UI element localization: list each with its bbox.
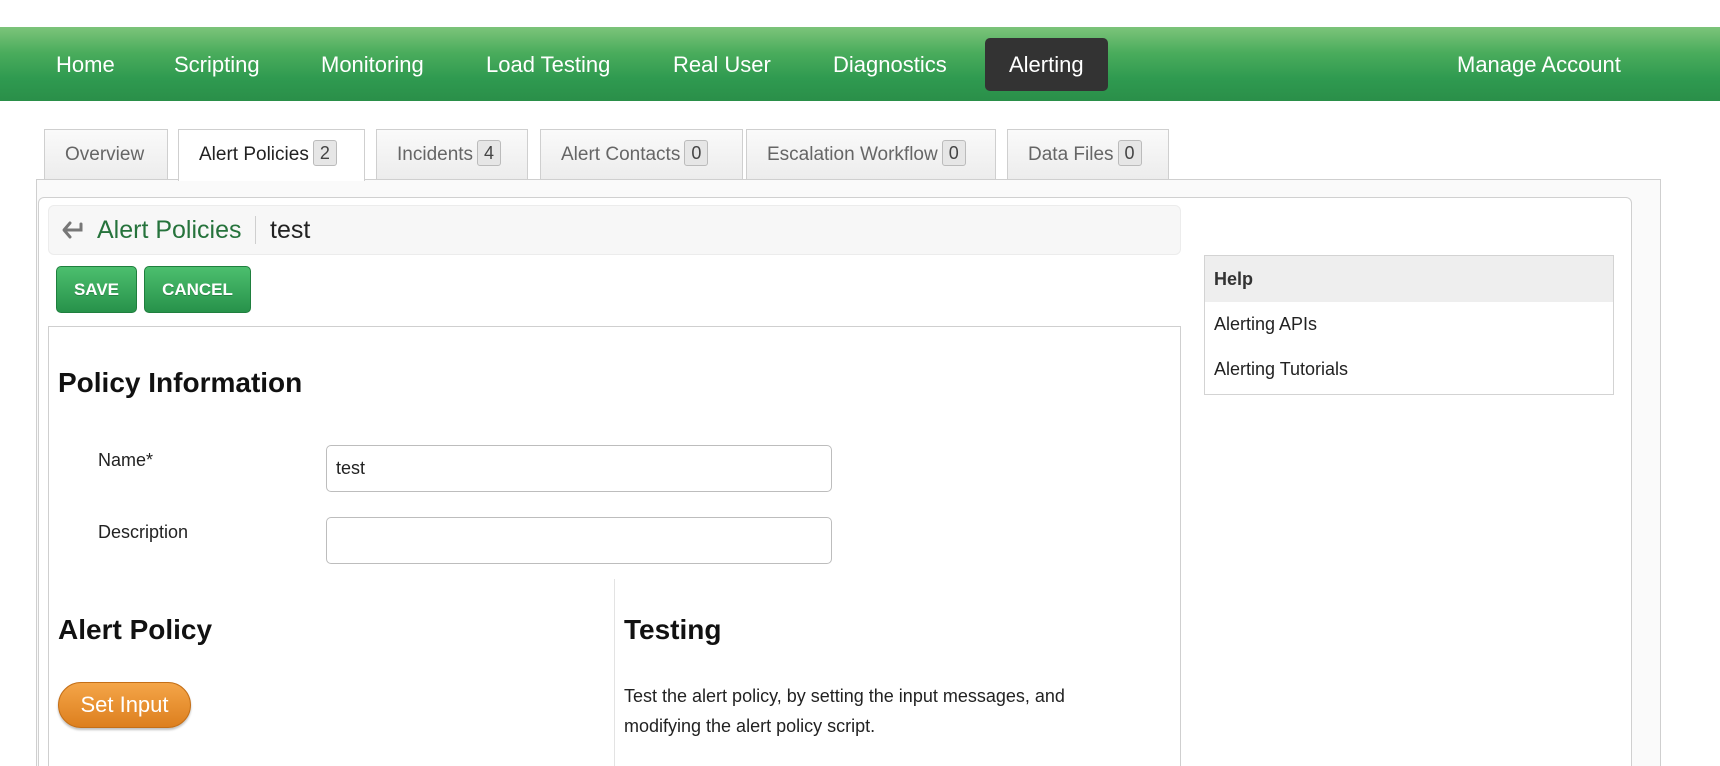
tab-count-badge: 0 (684, 139, 709, 166)
cancel-button[interactable]: CANCEL (144, 266, 251, 313)
help-title: Help (1205, 256, 1613, 302)
tab-escalation-workflow[interactable]: Escalation Workflow 0 (746, 129, 996, 180)
tab-label: Data Files (1028, 144, 1114, 165)
breadcrumb-separator (255, 216, 256, 244)
back-arrow-icon[interactable] (61, 219, 85, 241)
nav-item-alerting[interactable]: Alerting (985, 38, 1108, 91)
description-field[interactable] (326, 517, 832, 564)
column-divider (614, 579, 615, 766)
tab-incidents[interactable]: Incidents 4 (376, 129, 528, 180)
alert-policy-heading: Alert Policy (58, 614, 213, 645)
testing-heading: Testing (624, 614, 722, 645)
tab-label: Alert Policies (199, 144, 309, 165)
nav-item-scripting[interactable]: Scripting (150, 38, 284, 91)
tab-label: Escalation Workflow (767, 144, 938, 165)
nav-item-monitoring[interactable]: Monitoring (297, 38, 448, 91)
tab-count-badge: 0 (1117, 139, 1142, 166)
tab-label: Incidents (397, 144, 474, 165)
tab-label: Overview (65, 144, 145, 165)
tab-data-files[interactable]: Data Files 0 (1007, 129, 1169, 180)
tab-count-badge: 0 (941, 139, 966, 166)
nav-item-diagnostics[interactable]: Diagnostics (809, 38, 971, 91)
policy-information-heading: Policy Information (58, 367, 303, 398)
help-link-alerting-apis[interactable]: Alerting APIs (1205, 302, 1613, 347)
breadcrumb: Alert Policies test (48, 205, 1181, 255)
tab-count-badge: 2 (312, 139, 337, 166)
help-panel: Help Alerting APIs Alerting Tutorials (1204, 255, 1614, 395)
tab-label: Alert Contacts (561, 144, 681, 165)
set-input-button[interactable]: Set Input (58, 682, 191, 728)
name-field[interactable] (326, 445, 832, 492)
breadcrumb-current: test (270, 216, 311, 244)
policy-form: Policy Information Name* Description Ale… (48, 326, 1181, 766)
help-link-alerting-tutorials[interactable]: Alerting Tutorials (1205, 347, 1613, 392)
tab-overview[interactable]: Overview (44, 129, 168, 180)
nav-item-real-user[interactable]: Real User (649, 38, 795, 91)
top-navigation-bar: Home Scripting Monitoring Load Testing R… (0, 27, 1720, 101)
save-button[interactable]: SAVE (56, 266, 137, 313)
manage-account-link[interactable]: Manage Account (1433, 38, 1645, 91)
tab-alert-contacts[interactable]: Alert Contacts 0 (540, 129, 743, 180)
breadcrumb-link-alert-policies[interactable]: Alert Policies (97, 216, 242, 245)
nav-item-home[interactable]: Home (32, 38, 139, 91)
tab-count-badge: 4 (477, 139, 502, 166)
testing-description: Test the alert policy, by setting the in… (624, 686, 1065, 736)
description-label: Description (98, 522, 189, 542)
nav-item-load-testing[interactable]: Load Testing (462, 38, 634, 91)
name-label: Name* (98, 450, 154, 470)
tab-alert-policies[interactable]: Alert Policies 2 (178, 129, 365, 181)
